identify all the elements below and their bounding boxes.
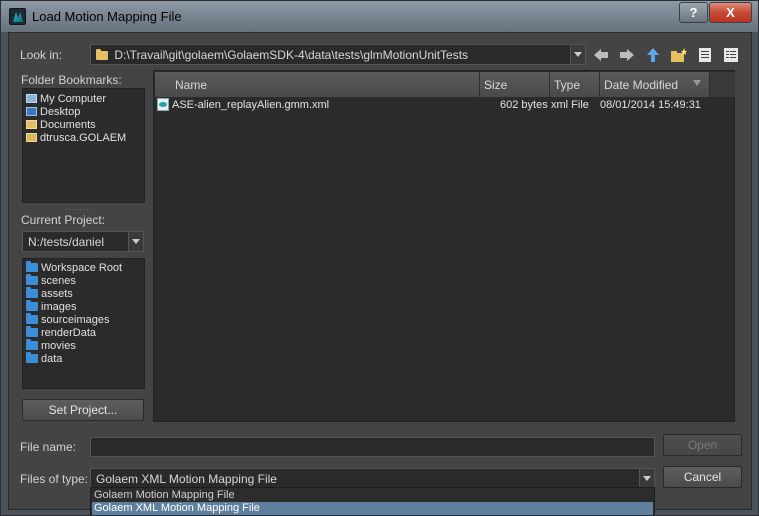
folder-icon — [96, 49, 108, 60]
chevron-down-icon[interactable] — [570, 45, 585, 64]
project-value: N:/tests/daniel — [28, 235, 105, 249]
open-button[interactable]: Open — [663, 434, 742, 456]
close-button[interactable]: X — [709, 2, 752, 23]
up-folder-icon[interactable] — [644, 46, 662, 64]
folder-label: Workspace Root — [41, 262, 123, 274]
set-project-button[interactable]: Set Project... — [22, 399, 144, 421]
dialog-window: Load Motion Mapping File ? X Look in: D:… — [0, 0, 759, 516]
folder-icon — [26, 326, 38, 337]
documents-icon — [26, 120, 37, 129]
bookmarks-label: Folder Bookmarks: — [21, 73, 122, 87]
folder-icon — [26, 313, 38, 324]
new-folder-icon[interactable] — [670, 46, 688, 64]
file-date-cell: 08/01/2014 15:49:31 — [600, 99, 701, 111]
column-header-name[interactable]: Name — [155, 72, 480, 97]
chevron-down-icon[interactable] — [128, 232, 143, 251]
column-header-type[interactable]: Type — [550, 72, 600, 97]
folder-icon — [26, 287, 38, 298]
chevron-down-icon[interactable] — [639, 469, 654, 488]
project-folder-item[interactable]: images — [26, 300, 77, 313]
bookmark-desktop[interactable]: Desktop — [26, 106, 80, 118]
file-name-input[interactable] — [90, 437, 655, 457]
forward-icon[interactable] — [618, 46, 636, 64]
project-folder-item[interactable]: Workspace Root — [26, 261, 123, 274]
window-title: Load Motion Mapping File — [32, 9, 182, 24]
folder-label: assets — [41, 288, 73, 300]
bookmark-documents[interactable]: Documents — [26, 119, 96, 131]
files-of-type-value: Golaem XML Motion Mapping File — [96, 472, 277, 486]
file-type-cell: xml File — [551, 99, 589, 111]
project-folder-item[interactable]: sourceimages — [26, 313, 110, 326]
folder-label: scenes — [41, 275, 76, 287]
project-combo[interactable]: N:/tests/daniel — [22, 231, 144, 252]
splitter-handle[interactable]: ........ — [65, 202, 93, 212]
file-icon — [157, 98, 169, 114]
file-list: Name Size Type Date Modified ASE-alien_r… — [153, 70, 735, 422]
project-folder-item[interactable]: assets — [26, 287, 73, 300]
column-header-filler — [710, 72, 735, 97]
look-in-combo[interactable]: D:\Travail\git\golaem\GolaemSDK-4\data\t… — [90, 44, 586, 65]
look-in-path: D:\Travail\git\golaem\GolaemSDK-4\data\t… — [114, 48, 469, 62]
dropdown-option[interactable]: Golaem Motion Mapping File — [92, 489, 653, 502]
column-header-date-label: Date Modified — [604, 78, 679, 92]
cancel-button[interactable]: Cancel — [663, 466, 742, 488]
dropdown-option-selected[interactable]: Golaem XML Motion Mapping File — [92, 502, 653, 515]
sort-indicator-icon — [693, 80, 701, 86]
folder-label: sourceimages — [41, 314, 110, 326]
bookmark-label: Desktop — [40, 106, 81, 118]
app-logo-icon — [9, 8, 26, 25]
project-folder-item[interactable]: data — [26, 352, 63, 365]
file-name-label: File name: — [20, 440, 77, 454]
help-button[interactable]: ? — [679, 2, 708, 23]
list-view-icon[interactable] — [696, 46, 714, 64]
title-bar[interactable]: Load Motion Mapping File ? X — [1, 1, 758, 32]
column-header-date[interactable]: Date Modified — [600, 72, 710, 97]
bookmarks-panel: My Computer Desktop Documents dtrusca.GO… — [22, 88, 145, 203]
folder-label: images — [41, 301, 77, 313]
bookmark-user-folder[interactable]: dtrusca.GOLAEM — [26, 132, 126, 144]
files-of-type-dropdown: Golaem Motion Mapping File Golaem XML Mo… — [90, 487, 655, 515]
bookmark-label: Documents — [40, 119, 96, 131]
project-folder-item[interactable]: scenes — [26, 274, 76, 287]
back-icon[interactable] — [592, 46, 610, 64]
files-of-type-combo[interactable]: Golaem XML Motion Mapping File — [90, 468, 655, 489]
desktop-icon — [26, 107, 37, 116]
file-name-cell: ASE-alien_replayAlien.gmm.xml — [172, 99, 330, 111]
bookmark-my-computer[interactable]: My Computer — [26, 93, 106, 105]
user-folder-icon — [26, 133, 37, 142]
folder-icon — [26, 274, 38, 285]
column-header-size[interactable]: Size — [480, 72, 550, 97]
files-of-type-label: Files of type: — [20, 472, 89, 486]
project-folder-item[interactable]: movies — [26, 339, 76, 352]
folder-icon — [26, 352, 38, 363]
file-size-cell: 602 bytes — [500, 99, 548, 111]
project-folder-item[interactable]: renderData — [26, 326, 97, 339]
detail-view-icon[interactable] — [722, 46, 740, 64]
folder-icon — [26, 300, 38, 311]
project-folders-panel: Workspace Root scenes assets images sour… — [22, 258, 145, 389]
bookmark-label: My Computer — [40, 93, 107, 105]
folder-label: movies — [41, 340, 76, 352]
computer-icon — [26, 94, 37, 103]
look-in-label: Look in: — [20, 48, 63, 62]
folder-icon — [26, 261, 38, 272]
bookmark-label: dtrusca.GOLAEM — [40, 132, 127, 144]
current-project-label: Current Project: — [21, 213, 106, 227]
folder-label: data — [41, 353, 63, 365]
folder-label: renderData — [41, 327, 97, 339]
folder-icon — [26, 339, 38, 350]
